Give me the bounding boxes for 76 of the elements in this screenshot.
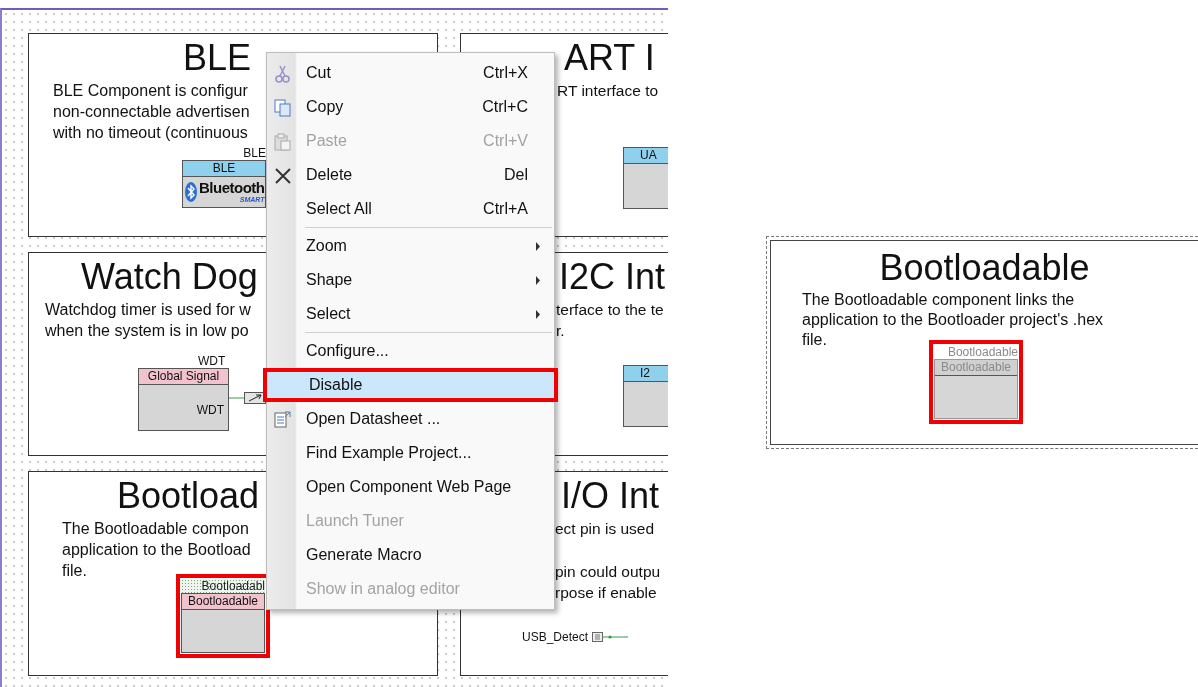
close-icon <box>274 167 292 185</box>
component-block[interactable]: Global Signal WDT <box>138 368 229 431</box>
shortcut-label: Del <box>504 165 528 185</box>
card-description: BLE Component is configur non-connectable advertisen with no timeout (continuous <box>53 81 250 143</box>
shortcut-label: Ctrl+X <box>483 63 528 83</box>
menu-label: Open Datasheet ... <box>306 409 441 429</box>
card-title: Watch Dog <box>81 257 258 297</box>
menu-label: Select All <box>306 199 372 219</box>
menu-item[interactable]: Open Datasheet ... <box>267 402 554 436</box>
scissors-icon <box>274 65 292 83</box>
submenu-arrow-icon <box>535 309 541 319</box>
component-header: I2 <box>624 366 668 382</box>
menu-label: Cut <box>306 63 331 83</box>
menu-label: Generate Macro <box>306 545 422 565</box>
component-header: BLE <box>183 161 265 177</box>
card-description: ect pin is used <box>555 519 655 539</box>
menu-item[interactable]: Generate Macro <box>267 538 554 572</box>
menu-item[interactable]: Delete Del <box>267 158 554 192</box>
copy-icon <box>274 99 292 117</box>
component-label: Bootloadable <box>946 345 1018 359</box>
menu-item[interactable]: Select <box>267 297 554 331</box>
menu-item[interactable]: Disable <box>263 368 558 402</box>
menu-item[interactable]: Select All Ctrl+A <box>267 192 554 226</box>
card-description: terface to the te r. <box>556 300 664 341</box>
shortcut-label: Ctrl+V <box>483 131 528 151</box>
logo-text: Bluetooth <box>199 180 265 196</box>
component-block[interactable]: Bootloadable <box>181 593 265 653</box>
card-title: Bootload <box>117 476 260 516</box>
menu-label: Launch Tuner <box>306 511 404 531</box>
menu-label: Shape <box>306 270 353 290</box>
submenu-arrow-icon <box>535 275 541 285</box>
card-title: Bootloadable <box>879 248 1090 288</box>
document-icon <box>274 411 292 429</box>
terminal-label: WDT <box>195 403 225 417</box>
component-block[interactable]: I2 <box>623 365 668 427</box>
menu-item[interactable]: Shape <box>267 263 554 297</box>
menu-label: Select <box>306 304 351 324</box>
menu-label: Configure... <box>306 341 389 361</box>
bluetooth-icon <box>185 182 197 202</box>
card-description: Watchdog timer is used for w when the system is in low po <box>45 300 251 341</box>
component-label: BLE <box>242 146 266 160</box>
card-title: BLE <box>183 38 252 78</box>
component-header: Bootloadable <box>182 594 264 610</box>
menu-label: Disable <box>309 375 363 395</box>
menu-label: Paste <box>306 131 347 151</box>
menu-label: Find Example Project... <box>306 443 472 463</box>
shortcut-label: Ctrl+A <box>483 199 528 219</box>
card-title: ART I <box>564 38 655 78</box>
card-description: The Bootloadable compon application to the Bootload file. <box>62 519 251 581</box>
menu-label: Open Component Web Page <box>306 477 512 497</box>
menu-item[interactable]: Copy Ctrl+C <box>267 90 554 124</box>
component-block[interactable]: UA <box>623 147 668 209</box>
menu-label: Copy <box>306 97 344 117</box>
pin-icon <box>592 632 629 642</box>
component-label: Bootloadabl <box>181 579 265 593</box>
component-header: Global Signal <box>139 369 228 385</box>
card-title: I/O Int <box>561 476 660 516</box>
menu-item[interactable]: Zoom <box>267 229 554 263</box>
menu-item[interactable]: Open Component Web Page <box>267 470 554 504</box>
menu-item[interactable]: Configure... <box>267 334 554 368</box>
menu-label: Zoom <box>306 236 347 256</box>
component-header: UA <box>624 148 668 164</box>
card-description: pin could outpu rpose if enable <box>555 562 661 603</box>
menu-label: Show in analog editor <box>306 579 460 599</box>
menu-label: Delete <box>306 165 353 185</box>
menu-item[interactable]: Find Example Project... <box>267 436 554 470</box>
card-description: The Bootloadable component links the application to the Bootloader project's .hex file. <box>802 290 1104 348</box>
submenu-arrow-icon <box>535 241 541 251</box>
pin-label: USB_Detect <box>522 630 589 644</box>
card-description: RT interface to <box>557 81 659 101</box>
menu-item[interactable]: Cut Ctrl+X <box>267 56 554 90</box>
paste-icon <box>274 133 292 151</box>
component-label: WDT <box>197 354 227 368</box>
shortcut-label: Ctrl+C <box>482 97 528 117</box>
card-title: I2C Int <box>559 257 666 297</box>
component-header: Bootloadable <box>935 360 1017 376</box>
